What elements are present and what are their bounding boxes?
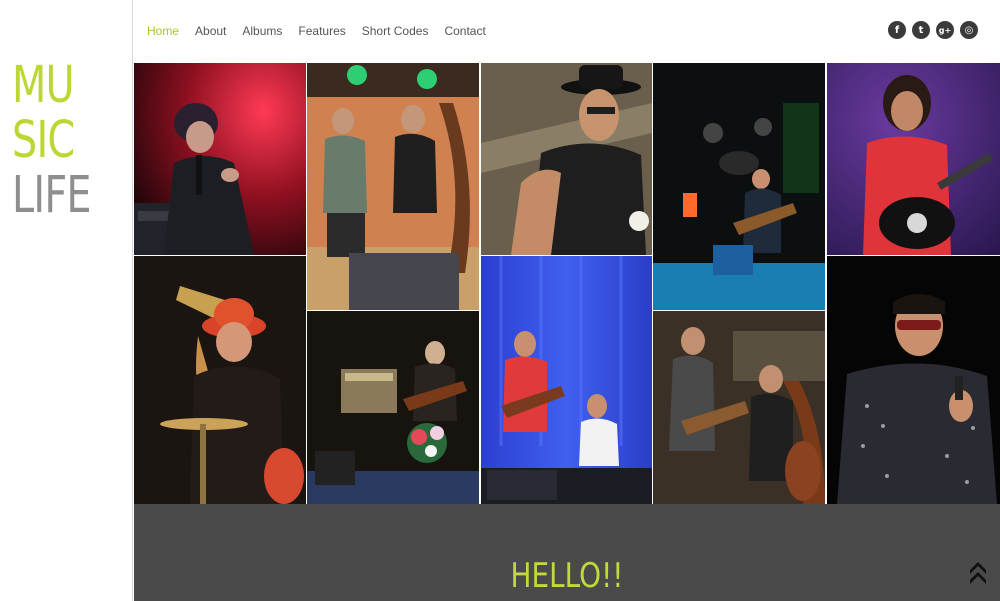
photo-singer-red-stage[interactable] xyxy=(134,63,306,255)
top-bar: Home About Albums Features Short Codes C… xyxy=(134,0,1000,63)
nav-albums[interactable]: Albums xyxy=(242,23,282,39)
logo-line-2: SIC xyxy=(12,111,75,170)
photo-guitarist-flowers[interactable] xyxy=(307,311,479,504)
photo-guitarist-blue-curtain[interactable] xyxy=(481,256,652,504)
social-links: f t g+ ◎ xyxy=(888,21,978,39)
photo-singer-sunglasses[interactable] xyxy=(827,256,1000,504)
logo-line-1: MU xyxy=(12,56,75,115)
photo-band-on-stage[interactable] xyxy=(653,63,825,310)
facebook-icon[interactable]: f xyxy=(888,21,906,39)
photo-guitarist-red-shirt[interactable] xyxy=(827,63,1000,255)
hello-section: HELLO!! xyxy=(134,504,1000,601)
photo-drummer-hat[interactable] xyxy=(134,256,306,504)
hello-heading: HELLO!! xyxy=(510,556,624,596)
logo-line-3: LIFE xyxy=(12,166,92,225)
google-plus-icon[interactable]: g+ xyxy=(936,21,954,39)
photo-trio-double-bass[interactable] xyxy=(653,311,825,504)
photo-man-black-hat[interactable] xyxy=(481,63,652,255)
nav-short-codes[interactable]: Short Codes xyxy=(362,23,429,39)
nav-about[interactable]: About xyxy=(195,23,226,39)
sidebar: MU SIC LIFE xyxy=(0,0,133,601)
twitter-icon[interactable]: t xyxy=(912,21,930,39)
nav-features[interactable]: Features xyxy=(298,23,345,39)
dribbble-icon[interactable]: ◎ xyxy=(960,21,978,39)
scroll-to-top-icon[interactable] xyxy=(968,558,988,584)
nav-contact[interactable]: Contact xyxy=(444,23,485,39)
site-logo[interactable]: MU SIC LIFE xyxy=(12,56,92,225)
main-nav: Home About Albums Features Short Codes C… xyxy=(147,23,502,39)
nav-home[interactable]: Home xyxy=(147,23,179,39)
photo-duo-outdoor-stage[interactable] xyxy=(307,63,479,310)
